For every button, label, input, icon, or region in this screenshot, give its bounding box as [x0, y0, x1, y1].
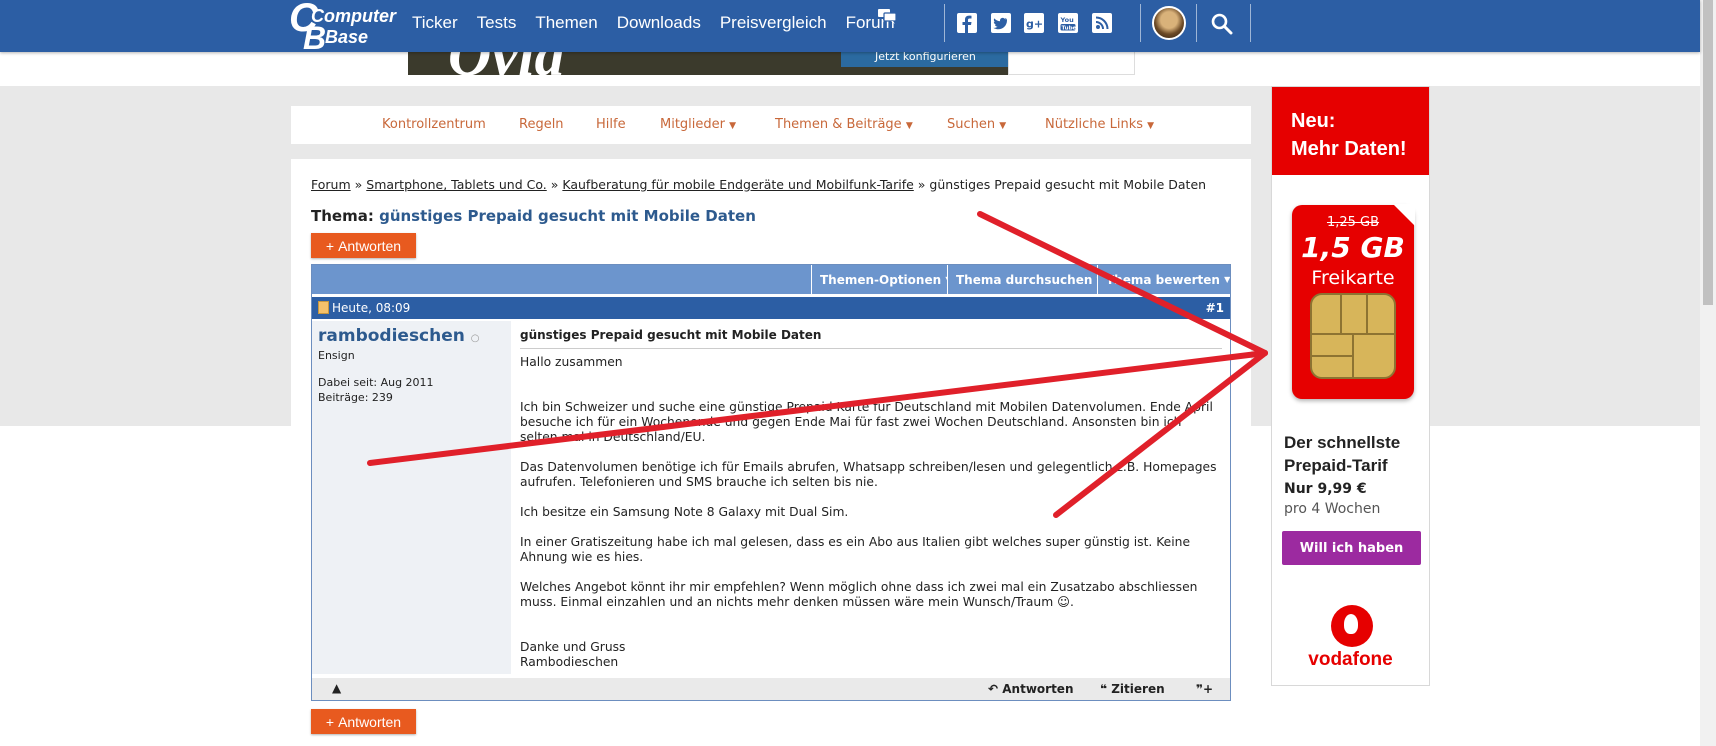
nav-tests[interactable]: Tests — [477, 13, 517, 33]
reply-button-top[interactable]: + Antworten — [311, 233, 416, 258]
post-icon — [318, 301, 329, 314]
post-paragraph: Hallo zusammen — [520, 355, 623, 369]
post-paragraph: Ich bin Schweizer und suche eine günstig… — [520, 400, 1213, 444]
svg-text:g+: g+ — [1026, 18, 1043, 31]
subnav-suchen[interactable]: Suchen ▼ — [947, 117, 1006, 132]
post-header: Heute, 08:09 #1 — [312, 297, 1230, 319]
sim-chip-icon — [1310, 293, 1396, 379]
post-reply-button[interactable]: ↶ Antworten — [988, 682, 1073, 696]
subnav-mitglieder[interactable]: Mitglieder ▼ — [660, 117, 736, 132]
ad-headline: Der schnellste Prepaid-Tarif — [1284, 433, 1401, 475]
chevron-down-icon: ▼ — [1147, 121, 1155, 131]
post-author[interactable]: rambodieschen ○ — [318, 326, 480, 346]
post-paragraph: Welches Angebot könnt ihr mir empfehlen?… — [520, 580, 1198, 609]
ad-cta-button[interactable]: Will ich haben — [1282, 531, 1421, 565]
subnav-kontrollzentrum[interactable]: Kontrollzentrum — [382, 117, 486, 132]
facebook-icon[interactable] — [957, 13, 977, 33]
forum-subnav: Kontrollzentrum Regeln Hilfe Mitglieder … — [291, 106, 1251, 144]
breadcrumb-forum[interactable]: Forum — [311, 177, 351, 192]
post-paragraph: Das Datenvolumen benötige ich für Emails… — [520, 460, 1217, 489]
thread-options-bar: Themen-Optionen ▼ Thema durchsuchen ▼ Th… — [312, 265, 1230, 294]
offline-status-icon: ○ — [470, 333, 480, 344]
subnav-themen-beitraege[interactable]: Themen & Beiträge ▼ — [775, 117, 913, 132]
chevron-down-icon: ▼ — [905, 121, 913, 131]
computerbase-logo[interactable]: C Computer B Base — [289, 0, 396, 56]
user-stats: Dabei seit: Aug 2011 Beiträge: 239 — [318, 375, 434, 405]
scrollbar-thumb[interactable] — [1703, 0, 1713, 305]
main-nav: Ticker Tests Themen Downloads Preisvergl… — [412, 0, 895, 46]
nav-preisvergleich[interactable]: Preisvergleich — [720, 13, 827, 33]
user-info-pane: rambodieschen ○ Ensign Dabei seit: Aug 2… — [312, 321, 511, 674]
report-warning-icon[interactable]: ▲ — [332, 681, 341, 695]
plus-icon: + — [325, 713, 335, 730]
ad-new-value: 1,5 GB — [1301, 231, 1405, 264]
nav-separator — [1250, 4, 1251, 42]
forum-chat-icon — [878, 9, 897, 24]
ad-period: pro 4 Wochen — [1284, 501, 1381, 517]
subnav-regeln[interactable]: Regeln — [519, 117, 564, 132]
chevron-down-icon: ▼ — [999, 121, 1007, 131]
rss-icon[interactable] — [1092, 13, 1112, 33]
google-plus-icon[interactable]: g+ — [1024, 13, 1044, 33]
chevron-down-icon: ▼ — [729, 121, 737, 131]
breadcrumb-smartphone[interactable]: Smartphone, Tablets und Co. — [366, 177, 546, 192]
reply-arrow-icon: ↶ — [988, 682, 999, 696]
post-quote-button[interactable]: ❝ Zitieren — [1100, 682, 1165, 696]
post-paragraph: Danke und Gruss — [520, 640, 626, 654]
post-paragraph: Rambodieschen — [520, 655, 619, 669]
post-paragraph: In einer Gratiszeitung habe ich mal gele… — [520, 535, 1191, 564]
nav-separator — [944, 4, 945, 42]
subnav-hilfe[interactable]: Hilfe — [596, 117, 626, 132]
youtube-icon[interactable]: YouTube — [1058, 13, 1078, 33]
user-join-date: Dabei seit: Aug 2011 — [318, 376, 434, 389]
ad-brand: vodafone — [1308, 649, 1393, 670]
nav-themen[interactable]: Themen — [535, 13, 597, 33]
quote-icon: ❝ — [1100, 682, 1108, 696]
nav-separator — [1140, 4, 1141, 42]
ad-badge: Neu: Mehr Daten! — [1272, 87, 1429, 175]
thread-title: Thema: günstiges Prepaid gesucht mit Mob… — [311, 207, 756, 225]
thread-rate-dropdown[interactable]: Thema bewerten ▼ — [1097, 265, 1230, 294]
ad-price: Nur 9,99 € — [1284, 481, 1367, 497]
user-rank: Ensign — [318, 349, 355, 362]
breadcrumb-current: günstiges Prepaid gesucht mit Mobile Dat… — [929, 177, 1207, 192]
plus-icon: + — [325, 237, 335, 254]
post-date: Heute, 08:09 — [332, 301, 411, 315]
post-paragraph: Ich besitze ein Samsung Note 8 Galaxy mi… — [520, 505, 849, 519]
smiley-icon: ☺ — [1057, 595, 1070, 609]
breadcrumb: Forum » Smartphone, Tablets und Co. » Ka… — [311, 177, 1207, 192]
post-container: Themen-Optionen ▼ Thema durchsuchen ▼ Th… — [311, 264, 1231, 701]
twitter-icon[interactable] — [991, 13, 1011, 33]
reply-button-bottom[interactable]: + Antworten — [311, 709, 416, 734]
nav-ticker[interactable]: Ticker — [412, 13, 458, 33]
search-icon[interactable] — [1211, 13, 1233, 35]
nav-downloads[interactable]: Downloads — [617, 13, 701, 33]
subnav-nuetzliche-links[interactable]: Nützliche Links ▼ — [1045, 117, 1154, 132]
post-permalink[interactable]: #1 — [1206, 301, 1224, 315]
post-body: günstiges Prepaid gesucht mit Mobile Dat… — [520, 321, 1222, 670]
post-footer: ▲ ↶ Antworten ❝ Zitieren ❞+ — [312, 678, 1230, 700]
thread-options-dropdown[interactable]: Themen-Optionen ▼ — [811, 265, 947, 294]
top-navigation-bar: C Computer B Base Ticker Tests Themen Do… — [0, 0, 1700, 56]
vodafone-sidebar-ad[interactable]: Neu: Mehr Daten! 1,25 GB 1,5 GB Freikart… — [1271, 86, 1430, 686]
multi-quote-icon[interactable]: ❞+ — [1196, 682, 1213, 696]
breadcrumb-kaufberatung[interactable]: Kaufberatung für mobile Endgeräte und Mo… — [562, 177, 913, 192]
user-post-count: Beiträge: 239 — [318, 391, 393, 404]
sim-card-image: 1,25 GB 1,5 GB Freikarte — [1292, 204, 1415, 399]
post-title: günstiges Prepaid gesucht mit Mobile Dat… — [520, 321, 1222, 349]
ad-product: Freikarte — [1311, 267, 1395, 289]
svg-text:You: You — [1060, 16, 1075, 24]
ad-old-value: 1,25 GB — [1326, 215, 1380, 230]
nav-separator — [1196, 4, 1197, 42]
vodafone-logo-icon — [1331, 605, 1373, 647]
chevron-down-icon: ▼ — [1224, 275, 1230, 284]
user-avatar[interactable] — [1152, 6, 1186, 40]
svg-text:Tube: Tube — [1062, 25, 1077, 31]
thread-search-dropdown[interactable]: Thema durchsuchen ▼ — [947, 265, 1097, 294]
